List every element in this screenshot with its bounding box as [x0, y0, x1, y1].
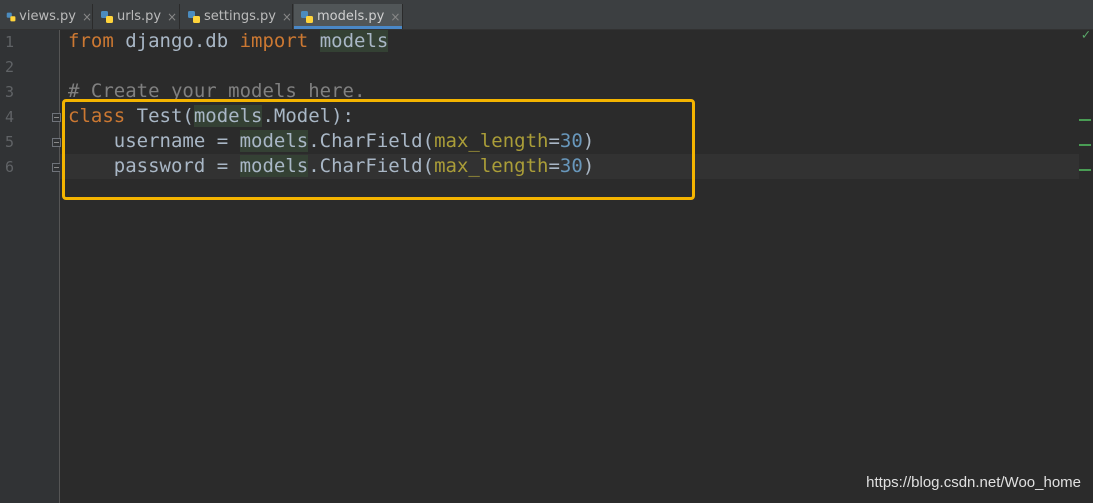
- watermark-text: https://blog.csdn.net/Woo_home: [866, 474, 1081, 491]
- line-number: 1: [4, 33, 14, 51]
- close-icon[interactable]: ×: [82, 10, 92, 24]
- line-number: 6: [4, 158, 14, 176]
- editor-tab-bar: views.py × urls.py × settings.py × model…: [0, 0, 1093, 30]
- tab-label: models.py: [317, 9, 385, 24]
- check-icon: ✓: [1081, 27, 1090, 43]
- tab-urls-py[interactable]: urls.py ×: [94, 4, 180, 29]
- keyword: from: [68, 30, 114, 52]
- tab-label: urls.py: [117, 9, 162, 24]
- tab-label: settings.py: [204, 9, 276, 24]
- fold-marker-icon: [52, 138, 61, 147]
- close-icon[interactable]: ×: [282, 10, 292, 24]
- line-number: 5: [4, 133, 14, 151]
- change-marker: [1079, 169, 1091, 171]
- change-marker: [1079, 144, 1091, 146]
- identifier-reference: models: [319, 30, 389, 52]
- python-file-icon: [301, 10, 313, 23]
- keyword: import: [239, 30, 309, 52]
- change-marker: [1079, 119, 1091, 121]
- line-number: 3: [4, 83, 14, 101]
- tab-label: views.py: [19, 9, 76, 24]
- close-icon[interactable]: ×: [390, 10, 400, 24]
- line-number-gutter: 1 2 3 4 5 6: [0, 30, 61, 503]
- python-file-icon: [101, 10, 113, 23]
- tab-views-py[interactable]: views.py ×: [0, 4, 93, 29]
- tab-settings-py[interactable]: settings.py ×: [181, 4, 293, 29]
- fold-collapse-icon[interactable]: [52, 113, 61, 122]
- python-file-icon: [188, 10, 200, 23]
- code-line-1: from django.db import models: [68, 29, 389, 54]
- scrollbar-markers[interactable]: ✓: [1079, 27, 1093, 503]
- annotation-highlight-box: [62, 99, 695, 200]
- tab-models-py[interactable]: models.py ×: [294, 4, 403, 29]
- line-number: 4: [4, 108, 14, 126]
- line-number: 2: [4, 58, 14, 76]
- module-name: django.db: [113, 30, 240, 52]
- python-file-icon: [6, 12, 16, 21]
- close-icon[interactable]: ×: [167, 10, 177, 24]
